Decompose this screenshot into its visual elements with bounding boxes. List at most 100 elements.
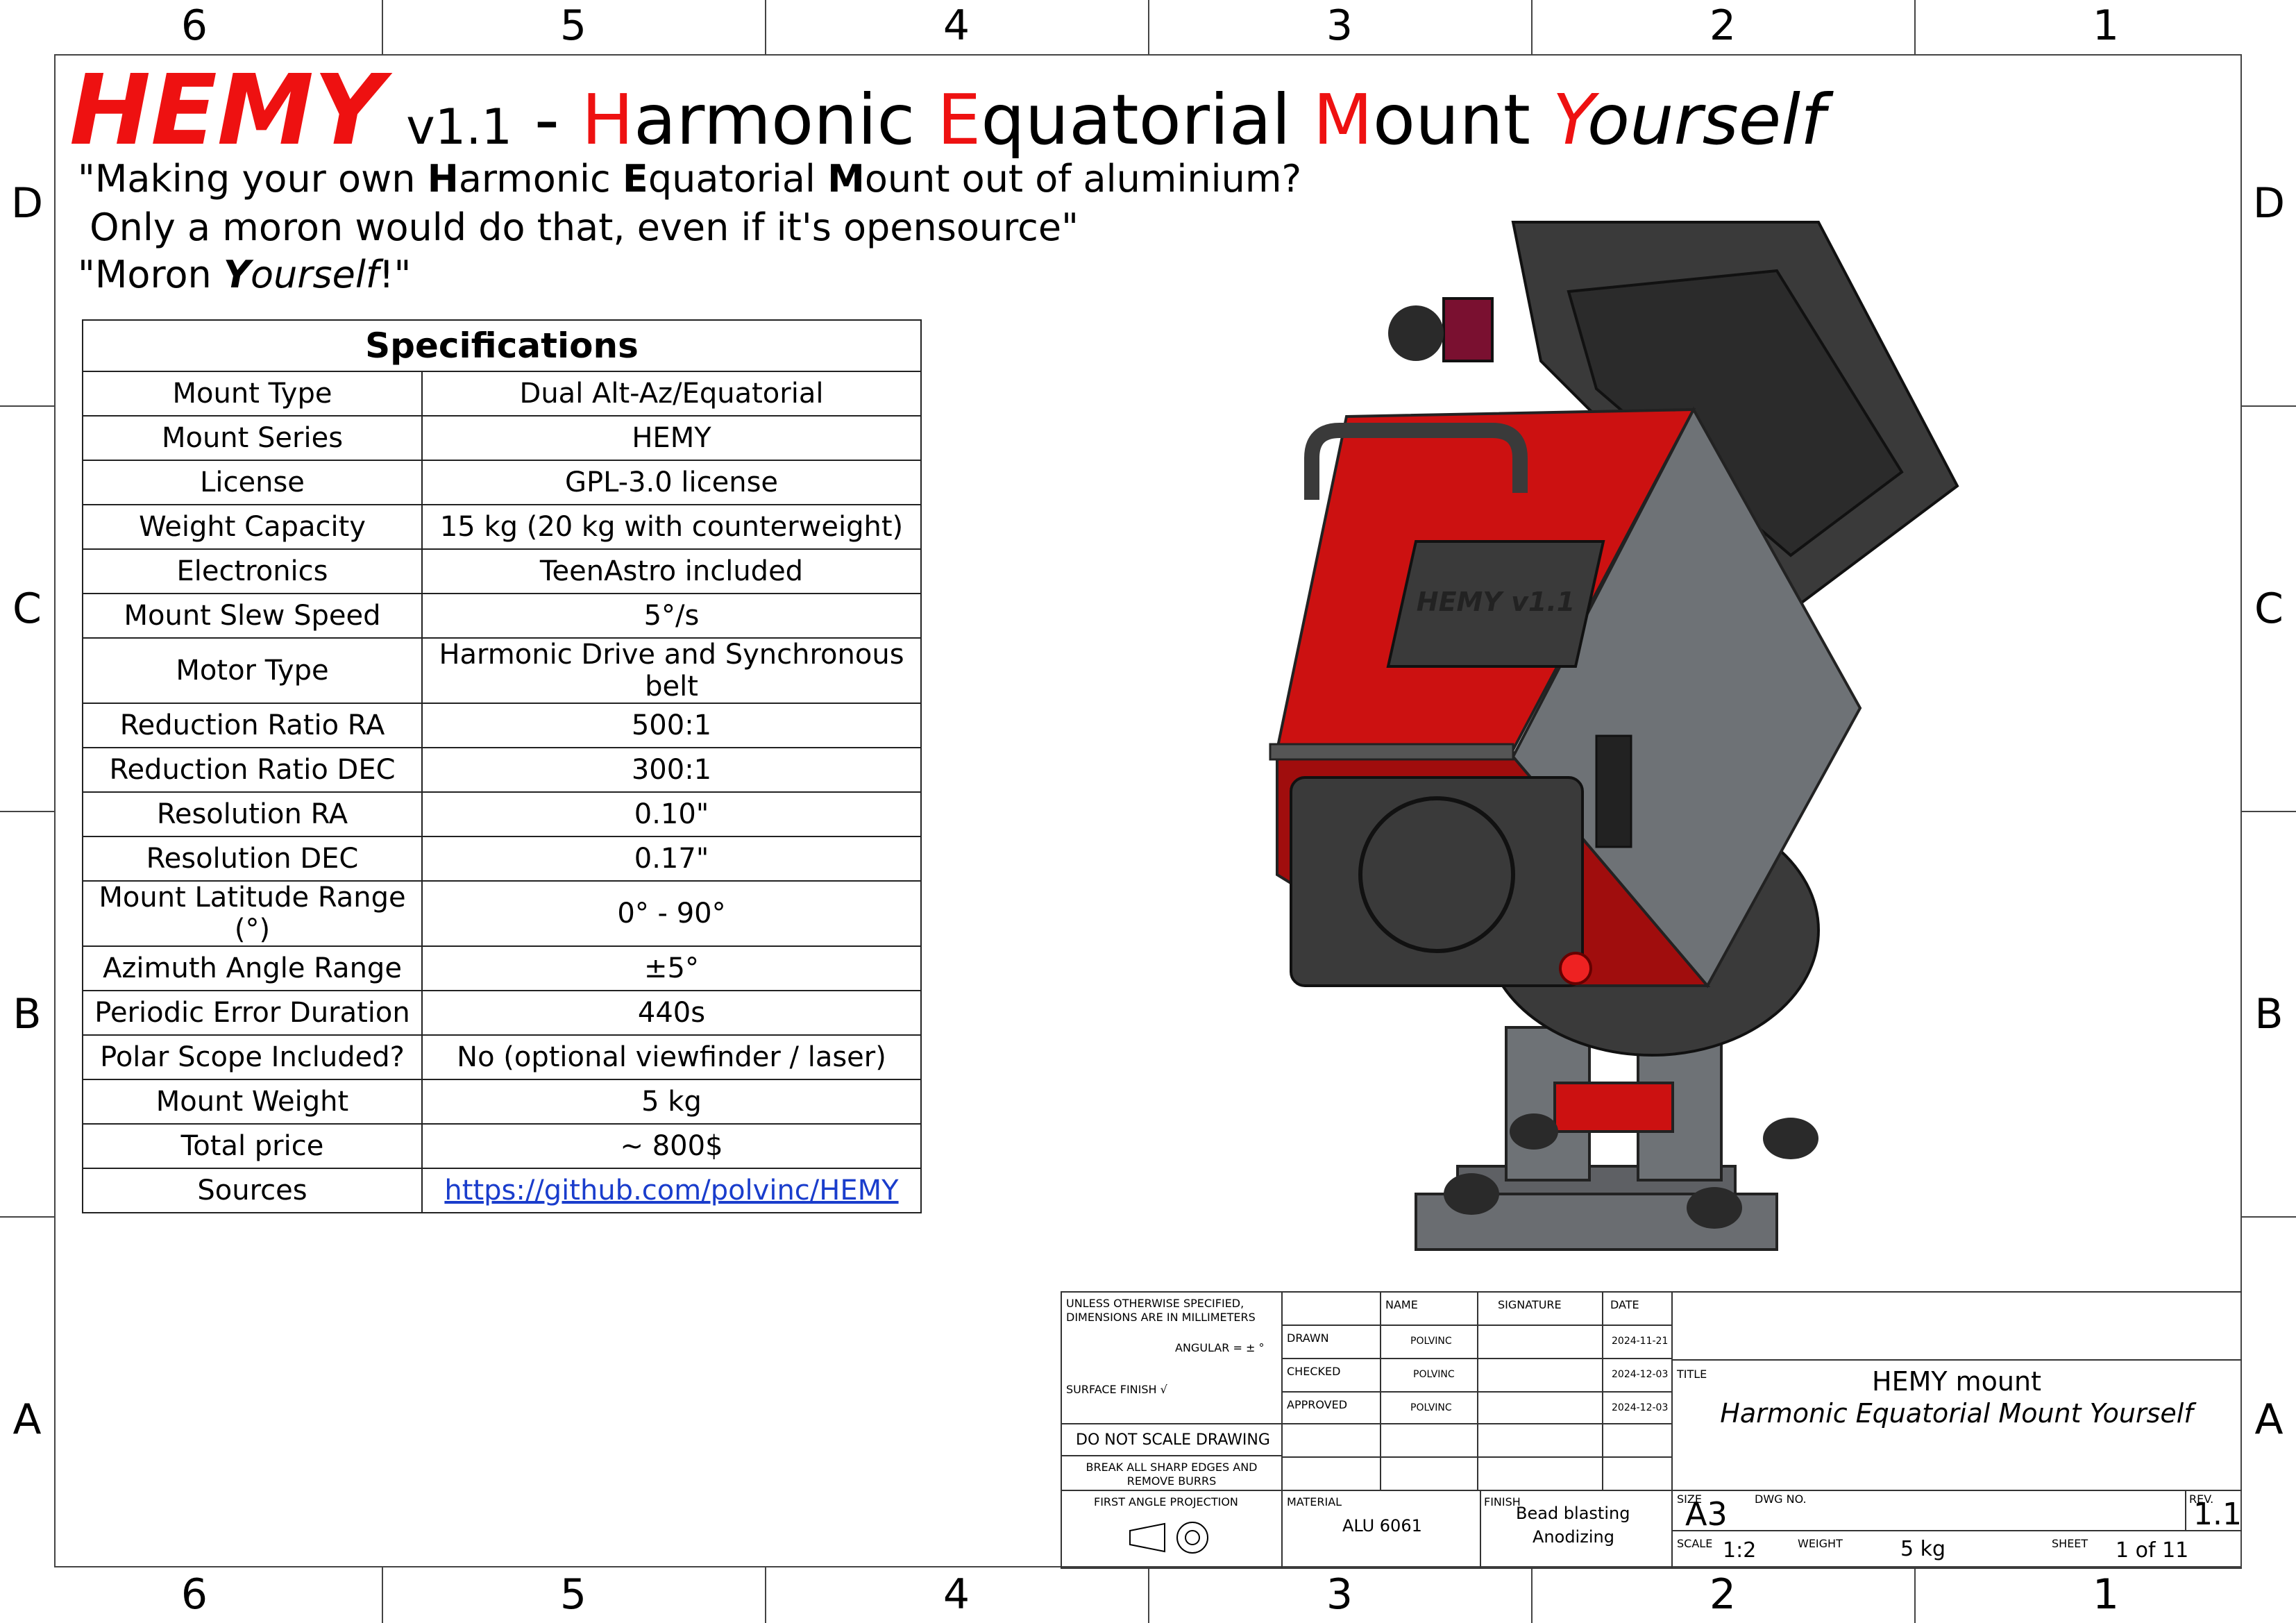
zone-col-label: 2 bbox=[1709, 1570, 1737, 1619]
sources-link[interactable]: https://github.com/polvinc/HEMY bbox=[444, 1175, 898, 1206]
zone-col-label: 6 bbox=[180, 1570, 208, 1619]
zone-tick bbox=[1531, 1567, 1533, 1623]
spec-key: Periodic Error Duration bbox=[82, 990, 423, 1036]
quote-bold: E bbox=[622, 157, 648, 201]
spec-row: Mount Series HEMY bbox=[82, 415, 922, 461]
zone-col-label: 2 bbox=[1709, 1, 1737, 50]
zone-tick bbox=[765, 0, 766, 54]
spec-key: Azimuth Angle Range bbox=[82, 945, 423, 991]
spec-value: 15 kg (20 kg with counterweight) bbox=[421, 504, 922, 550]
spec-key: Sources bbox=[82, 1168, 423, 1213]
spec-value: 500:1 bbox=[421, 703, 922, 748]
spec-row: Reduction Ratio DEC 300:1 bbox=[82, 747, 922, 793]
spec-value: 0° - 90° bbox=[421, 880, 922, 947]
spec-value: GPL-3.0 license bbox=[421, 460, 922, 505]
tb-approved-name: POLVINC bbox=[1410, 1402, 1452, 1413]
spec-value: https://github.com/polvinc/HEMY bbox=[421, 1168, 922, 1213]
tb-rev: 1.1 bbox=[2193, 1497, 2242, 1532]
tb-sig-h: SIGNATURE bbox=[1498, 1298, 1562, 1311]
zone-tick bbox=[382, 0, 383, 54]
spec-key: Mount Type bbox=[82, 371, 423, 417]
title-initial: E bbox=[937, 79, 981, 160]
zone-tick bbox=[0, 405, 54, 407]
tb-drawn-date: 2024-11-21 bbox=[1612, 1336, 1669, 1347]
quote-bold: Y bbox=[223, 253, 251, 296]
spec-row: Motor Type Harmonic Drive and Synchronous… bbox=[82, 637, 922, 704]
quote-italic: ourself bbox=[251, 253, 379, 296]
spec-value: ~ 800$ bbox=[421, 1123, 922, 1169]
zone-tick bbox=[1148, 0, 1149, 54]
zone-col-label: 3 bbox=[1326, 1, 1353, 50]
spec-row: Polar Scope Included? No (optional viewfi… bbox=[82, 1034, 922, 1080]
tb-date-h: DATE bbox=[1610, 1298, 1639, 1311]
page-title: HEMY v1.1 - Harmonic Equatorial Mount Yo… bbox=[69, 54, 1825, 167]
tb-checked: CHECKED bbox=[1287, 1365, 1341, 1378]
spec-row: Mount Slew Speed 5°/s bbox=[82, 593, 922, 639]
zone-tick bbox=[1914, 0, 1916, 54]
spec-row: Sources https://github.com/polvinc/HEMY bbox=[82, 1168, 922, 1213]
zone-col-label: 5 bbox=[559, 1, 587, 50]
first-angle-projection-icon bbox=[1129, 1522, 1208, 1554]
zone-col-label: 3 bbox=[1326, 1570, 1353, 1619]
tb-surface-label: SURFACE FINISH bbox=[1066, 1383, 1157, 1396]
spec-row: Resolution RA 0.10" bbox=[82, 791, 922, 837]
zone-tick bbox=[1148, 1567, 1149, 1623]
tb-name-h: NAME bbox=[1385, 1298, 1418, 1311]
spec-value: No (optional viewfinder / laser) bbox=[421, 1034, 922, 1080]
zone-row-label: B bbox=[12, 990, 42, 1038]
spec-row: Mount Type Dual Alt-Az/Equatorial bbox=[82, 371, 922, 417]
title-word: quatorial bbox=[981, 79, 1291, 160]
tb-scale-lbl: SCALE bbox=[1677, 1537, 1713, 1550]
tb-drawn: DRAWN bbox=[1287, 1331, 1329, 1345]
quote-line-3: "Moron Yourself!" bbox=[78, 253, 411, 296]
spec-row: Reduction Ratio RA 500:1 bbox=[82, 703, 922, 748]
tb-projection: FIRST ANGLE PROJECTION bbox=[1094, 1495, 1238, 1508]
spec-value: 0.10" bbox=[421, 791, 922, 837]
title-word: armonic bbox=[633, 79, 915, 160]
quote-text: quatorial bbox=[648, 157, 828, 201]
zone-col-label: 1 bbox=[2092, 1570, 2120, 1619]
tb-checked-name: POLVINC bbox=[1413, 1369, 1455, 1380]
tb-checked-date: 2024-12-03 bbox=[1612, 1369, 1669, 1380]
tb-burrs: BREAK ALL SHARP EDGES AND REMOVE BURRS bbox=[1086, 1461, 1258, 1488]
zone-tick bbox=[1914, 1567, 1916, 1623]
spec-row: Azimuth Angle Range ±5° bbox=[82, 945, 922, 991]
tb-angular: ANGULAR = ± ° bbox=[1175, 1341, 1265, 1354]
spec-key: Reduction Ratio RA bbox=[82, 703, 423, 748]
spec-key: Electronics bbox=[82, 548, 423, 594]
zone-row-label: D bbox=[2252, 179, 2286, 228]
mount-base bbox=[1415, 1026, 1818, 1251]
quote-line-2: Only a moron would do that, even if it's… bbox=[78, 205, 1079, 249]
title-initial: Y bbox=[1552, 79, 1587, 160]
tb-unless: UNLESS OTHERWISE SPECIFIED, DIMENSIONS A… bbox=[1066, 1297, 1256, 1324]
title-word: ount bbox=[1372, 79, 1531, 160]
zone-row-label: A bbox=[2254, 1395, 2284, 1444]
tb-finish-1: Bead blasting bbox=[1516, 1504, 1630, 1523]
surface-finish-icon: √ bbox=[1160, 1383, 1167, 1396]
spec-key: Reduction Ratio DEC bbox=[82, 747, 423, 793]
spec-value: ±5° bbox=[421, 945, 922, 991]
spec-key: Total price bbox=[82, 1123, 423, 1169]
spec-key: Resolution DEC bbox=[82, 836, 423, 882]
spec-key: License bbox=[82, 460, 423, 505]
version: v1.1 bbox=[406, 99, 513, 155]
quote-text: ount out of aluminium? bbox=[864, 157, 1302, 201]
quote-text: armonic bbox=[458, 157, 623, 201]
spec-key: Mount Slew Speed bbox=[82, 593, 423, 639]
spec-key: Mount Series bbox=[82, 415, 423, 461]
zone-col-label: 4 bbox=[943, 1, 970, 50]
spec-value: Dual Alt-Az/Equatorial bbox=[421, 371, 922, 417]
plate-text: HEMY v1.1 bbox=[1417, 587, 1575, 617]
zone-col-label: 1 bbox=[2092, 1, 2120, 50]
spec-key: Polar Scope Included? bbox=[82, 1034, 423, 1080]
tb-surface: SURFACE FINISH √ bbox=[1066, 1383, 1167, 1396]
spec-key: Weight Capacity bbox=[82, 504, 423, 550]
spec-row: Periodic Error Duration 440s bbox=[82, 990, 922, 1036]
zone-row-label: C bbox=[12, 585, 42, 633]
tb-dwg-lbl: DWG NO. bbox=[1755, 1492, 1807, 1506]
zone-tick bbox=[2242, 1216, 2296, 1218]
quote-bold: M bbox=[827, 157, 865, 201]
zone-tick bbox=[0, 811, 54, 812]
zone-row-label: A bbox=[12, 1395, 42, 1444]
specifications-table: Specifications Mount Type Dual Alt-Az/Equ… bbox=[82, 319, 922, 1213]
